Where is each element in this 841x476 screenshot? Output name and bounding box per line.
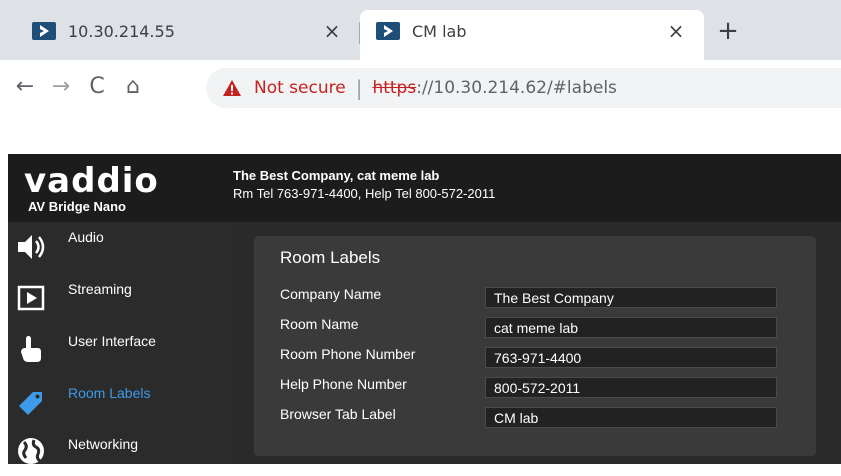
help-phone-input[interactable] xyxy=(485,377,777,398)
vaddio-favicon-icon xyxy=(32,22,56,40)
play-icon xyxy=(17,285,45,311)
room-name-label: Room Name xyxy=(280,316,359,332)
company-name-label: Company Name xyxy=(280,286,382,302)
vaddio-logo: vaddio xyxy=(24,161,159,200)
home-button[interactable]: ⌂ xyxy=(120,72,146,102)
new-tab-button[interactable]: + xyxy=(712,16,744,48)
tab-title: CM lab xyxy=(412,21,467,41)
main-content: Room Labels Company Name Room Name Room … xyxy=(236,222,841,464)
sidebar-item-networking[interactable]: Networking xyxy=(8,426,236,476)
svg-text:vaddio: vaddio xyxy=(24,161,159,200)
sidebar-item-audio[interactable]: Audio xyxy=(8,222,236,272)
app-header: vaddio AV Bridge Nano The Best Company, … xyxy=(8,154,841,222)
omnibox-separator: | xyxy=(355,76,363,100)
address-bar[interactable]: Not secure | https ://10.30.214.62/#labe… xyxy=(206,68,841,108)
sidebar-item-streaming[interactable]: Streaming xyxy=(8,273,236,323)
sidebar-item-label: Audio xyxy=(68,229,104,245)
sidebar-item-label: Networking xyxy=(68,436,139,452)
sidebar-item-label: User Interface xyxy=(68,333,156,349)
sidebar-item-label: Streaming xyxy=(68,281,132,297)
tab-close-icon[interactable]: × xyxy=(320,19,344,43)
room-phone-input[interactable] xyxy=(485,347,777,368)
company-name-input[interactable] xyxy=(485,287,777,308)
app-window: vaddio AV Bridge Nano The Best Company, … xyxy=(8,154,841,464)
sidebar-item-label: Room Labels xyxy=(68,385,151,401)
room-phone-label: Room Phone Number xyxy=(280,346,416,362)
browser-tab-label-input[interactable] xyxy=(485,407,777,428)
panel-title: Room Labels xyxy=(280,248,381,267)
tab-title: 10.30.214.55 xyxy=(68,21,175,41)
url-text: ://10.30.214.62/#labels xyxy=(416,78,617,98)
browser-tab-inactive[interactable]: 10.30.214.55 × xyxy=(16,10,360,60)
browser-tab-active[interactable]: CM lab × xyxy=(360,10,704,60)
vaddio-favicon-icon xyxy=(376,22,400,40)
sidebar-item-user-interface[interactable]: User Interface xyxy=(8,324,236,374)
sidebar-item-room-labels[interactable]: Room Labels xyxy=(8,375,236,425)
room-labels-panel: Room Labels Company Name Room Name Room … xyxy=(254,236,816,456)
sidebar: Audio Streaming User Interface Room Labe… xyxy=(8,222,236,464)
tab-close-icon[interactable]: × xyxy=(664,19,688,43)
browser-toolbar: ← → C ⌂ Not secure | https ://10.30.214.… xyxy=(0,60,841,116)
company-room-line: The Best Company, cat meme lab xyxy=(233,168,440,183)
tag-icon xyxy=(19,392,42,415)
back-button[interactable]: ← xyxy=(12,72,38,102)
help-phone-label: Help Phone Number xyxy=(280,376,407,392)
speaker-icon xyxy=(18,235,45,259)
phone-line: Rm Tel 763-971-4400, Help Tel 800-572-20… xyxy=(233,186,496,201)
browser-tab-label-label: Browser Tab Label xyxy=(280,406,396,422)
globe-icon xyxy=(18,438,44,464)
room-name-input[interactable] xyxy=(485,317,777,338)
product-name: AV Bridge Nano xyxy=(28,199,126,214)
url-scheme: https xyxy=(372,78,417,98)
forward-button[interactable]: → xyxy=(48,72,74,102)
warning-triangle-icon xyxy=(223,80,241,96)
reload-button[interactable]: C xyxy=(84,72,110,102)
not-secure-label[interactable]: Not secure xyxy=(254,78,346,98)
pointing-hand-icon xyxy=(21,336,41,362)
browser-tabstrip: 10.30.214.55 × CM lab × + xyxy=(0,0,841,60)
